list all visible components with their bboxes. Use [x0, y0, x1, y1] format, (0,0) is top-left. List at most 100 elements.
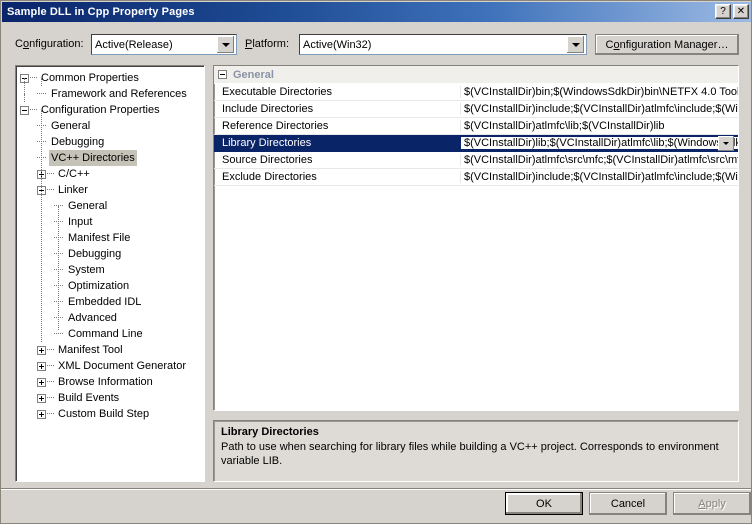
tree-node[interactable]: VC++ Directories — [16, 150, 204, 166]
tree-rail — [24, 78, 26, 94]
tree-node[interactable]: XML Document Generator — [16, 358, 204, 374]
tree-node-label: Debugging — [68, 248, 122, 260]
tree-node-label: Configuration Properties — [41, 104, 160, 116]
expand-icon[interactable] — [37, 361, 46, 371]
tree-node-label: Input — [68, 216, 93, 228]
tree-node-label: Command Line — [68, 328, 143, 340]
tree-node-label: General — [51, 120, 91, 132]
property-value[interactable]: $(VCInstallDir)include;$(VCInstallDir)at… — [460, 171, 738, 183]
property-value[interactable]: $(VCInstallDir)atlmfc\src\mfc;$(VCInstal… — [460, 154, 738, 166]
property-row[interactable]: Library Directories $(VCInstallDir)lib;$(… — [214, 135, 738, 152]
property-pages-dialog: Sample DLL in Cpp Property Pages ? ✕ Con… — [0, 0, 752, 524]
window-title: Sample DLL in Cpp Property Pages — [7, 6, 195, 18]
properties-tree[interactable]: Common Properties Framework and Reference… — [15, 65, 205, 482]
expand-icon[interactable] — [37, 409, 46, 419]
collapse-icon[interactable] — [20, 105, 29, 115]
tree-node-label: Manifest File — [68, 232, 131, 244]
tree-rail — [24, 94, 26, 102]
tree-rail — [41, 110, 43, 342]
platform-value: Active(Win32) — [303, 38, 372, 51]
property-grid[interactable]: General Executable Directories $(VCInstal… — [213, 65, 739, 411]
property-name: Source Directories — [222, 154, 313, 166]
property-name: Library Directories — [222, 137, 312, 149]
tree-node-label: General — [68, 200, 108, 212]
tree-node[interactable]: Debugging — [16, 246, 204, 262]
tree-node[interactable]: Custom Build Step — [16, 406, 204, 422]
expand-icon[interactable] — [37, 345, 46, 355]
tree-node[interactable]: Advanced — [16, 310, 204, 326]
tree-connector-icon — [47, 173, 54, 175]
tree-node[interactable]: Optimization — [16, 278, 204, 294]
tree-node-label: Linker — [58, 184, 88, 196]
tree-node-label: Custom Build Step — [58, 408, 150, 420]
tree-connector-icon — [47, 381, 54, 383]
tree-node[interactable]: General — [16, 198, 204, 214]
tree-node[interactable]: Manifest File — [16, 230, 204, 246]
expand-icon[interactable] — [37, 377, 46, 387]
tree-node[interactable]: System — [16, 262, 204, 278]
tree-node[interactable]: Manifest Tool — [16, 342, 204, 358]
tree-node-label: System — [68, 264, 105, 276]
tree-node[interactable]: Linker — [16, 182, 204, 198]
tree-node-label: Optimization — [68, 280, 130, 292]
property-row[interactable]: Include Directories $(VCInstallDir)includ… — [214, 101, 738, 118]
tree-connector-icon — [47, 189, 54, 191]
property-row[interactable]: Executable Directories $(VCInstallDir)bin… — [214, 84, 738, 101]
tree-node[interactable]: Command Line — [16, 326, 204, 342]
chevron-down-icon[interactable] — [567, 36, 584, 53]
apply-button[interactable]: Apply — [673, 492, 751, 515]
help-icon[interactable]: ? — [715, 4, 731, 19]
property-name: Include Directories — [222, 103, 314, 115]
collapse-icon[interactable] — [218, 70, 227, 79]
property-value[interactable]: $(VCInstallDir)lib;$(VCInstallDir)atlmfc… — [460, 137, 738, 149]
configuration-combobox[interactable]: Active(Release) — [91, 34, 237, 55]
tree-connector-icon — [37, 93, 46, 95]
tree-connector-icon — [30, 109, 37, 111]
tree-node[interactable]: Embedded IDL — [16, 294, 204, 310]
chevron-down-icon[interactable] — [718, 136, 734, 151]
property-name: Reference Directories — [222, 120, 329, 132]
tree-node[interactable]: Input — [16, 214, 204, 230]
ok-button[interactable]: OK — [505, 492, 583, 515]
tree-node-label: XML Document Generator — [58, 360, 186, 372]
tree-node-label: Framework and References — [51, 88, 187, 100]
tree-node[interactable]: Browse Information — [16, 374, 204, 390]
expand-icon[interactable] — [37, 393, 46, 403]
tree-connector-icon — [47, 413, 54, 415]
tree-connector-icon — [54, 333, 63, 335]
configuration-toolbar: Configuration: Active(Release) Platform:… — [1, 31, 751, 59]
description-pane: Library Directories Path to use when sea… — [213, 420, 739, 482]
tree-node[interactable]: Configuration Properties — [16, 102, 204, 118]
tree-node-label: C/C++ — [58, 168, 90, 180]
tree-node[interactable]: Common Properties — [16, 70, 204, 86]
tree-node[interactable]: Debugging — [16, 134, 204, 150]
property-row[interactable]: Exclude Directories $(VCInstallDir)includ… — [214, 169, 738, 186]
close-icon[interactable]: ✕ — [733, 4, 749, 19]
tree-connector-icon — [47, 349, 54, 351]
property-row[interactable]: Reference Directories $(VCInstallDir)atlm… — [214, 118, 738, 135]
tree-node-label: Common Properties — [41, 72, 139, 84]
tree-rail — [58, 206, 60, 330]
tree-rail — [41, 78, 43, 86]
property-value[interactable]: $(VCInstallDir)include;$(VCInstallDir)at… — [460, 103, 738, 115]
title-bar-buttons: ? ✕ — [715, 4, 749, 19]
chevron-down-icon[interactable] — [217, 36, 234, 53]
cancel-button[interactable]: Cancel — [589, 492, 667, 515]
platform-label: Platform: — [245, 38, 290, 50]
tree-node[interactable]: C/C++ — [16, 166, 204, 182]
property-row[interactable]: Source Directories $(VCInstallDir)atlmfc\… — [214, 152, 738, 169]
tree-node-label: Build Events — [58, 392, 120, 404]
platform-combobox[interactable]: Active(Win32) — [299, 34, 587, 55]
footer-divider — [1, 488, 751, 490]
tree-node[interactable]: Framework and References — [16, 86, 204, 102]
property-value[interactable]: $(VCInstallDir)atlmfc\lib;$(VCInstallDir… — [460, 120, 738, 132]
description-body: Path to use when searching for library f… — [221, 441, 719, 467]
configuration-manager-button[interactable]: Co nfiguration Manager… — [595, 34, 739, 55]
category-header-general[interactable]: General — [214, 66, 738, 84]
tree-node[interactable]: Build Events — [16, 390, 204, 406]
property-value[interactable]: $(VCInstallDir)bin;$(WindowsSdkDir)bin\N… — [460, 86, 738, 98]
tree-node[interactable]: General — [16, 118, 204, 134]
property-name: Executable Directories — [222, 86, 333, 98]
tree-node-label: Advanced — [68, 312, 117, 324]
tree-node-label: Manifest Tool — [58, 344, 123, 356]
